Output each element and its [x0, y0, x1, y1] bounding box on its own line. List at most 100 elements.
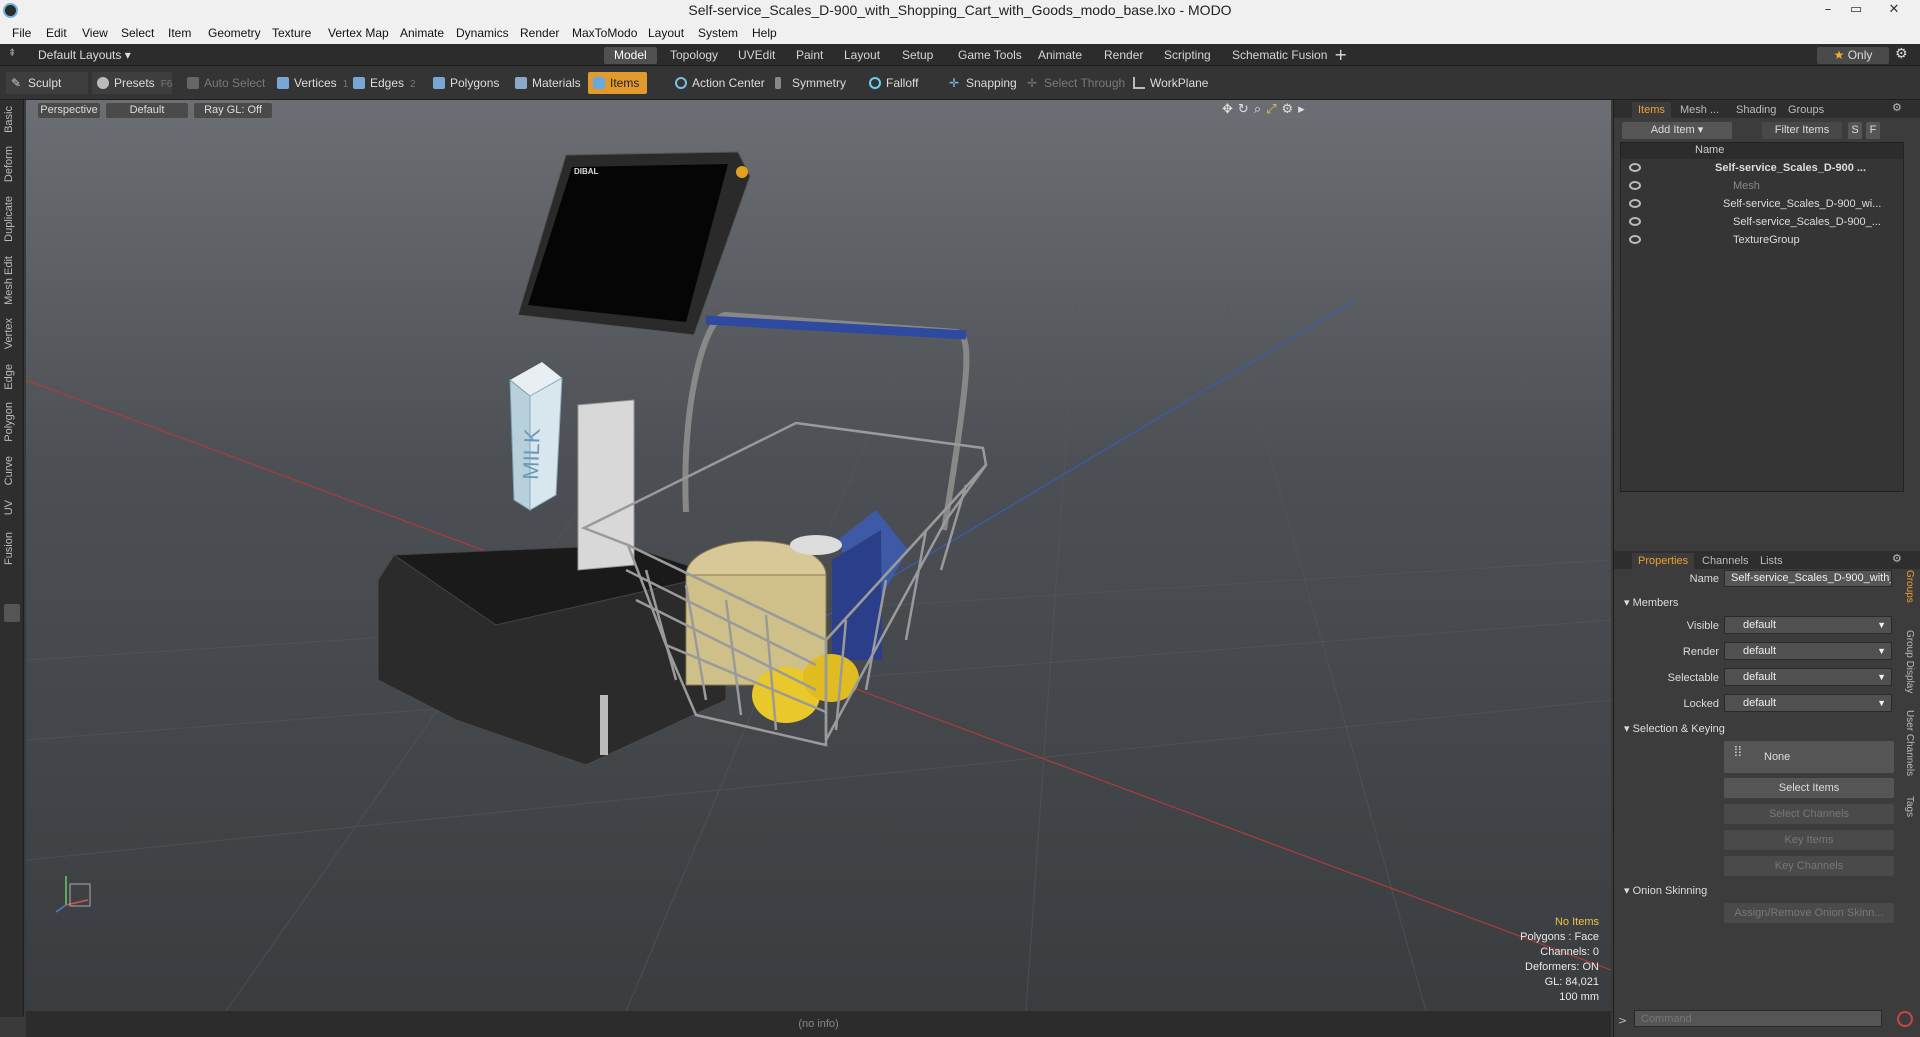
visible-dropdown[interactable]: default ▼ [1724, 616, 1892, 634]
select-items-button[interactable]: Select Items [1724, 778, 1894, 798]
selection-keying-section[interactable]: ▾ Selection & Keying [1624, 722, 1725, 735]
layout-menu-icon[interactable]: ⇞ [8, 48, 16, 59]
menu-file[interactable]: File [12, 26, 31, 40]
render-dropdown[interactable]: default ▼ [1724, 642, 1892, 660]
tab-lists[interactable]: Lists [1754, 553, 1789, 569]
tree-row[interactable]: Self-service_Scales_D-900_wi... [1621, 195, 1911, 213]
onion-skinning-section[interactable]: ▾ Onion Skinning [1624, 884, 1707, 897]
polygons-button[interactable]: Polygons [428, 72, 499, 94]
vtab-mesh-edit[interactable]: Mesh Edit [3, 256, 15, 305]
side-tab-group-display[interactable]: Group Display [1904, 630, 1915, 693]
vtab-uv[interactable]: UV [3, 500, 15, 515]
menu-dynamics[interactable]: Dynamics [456, 26, 509, 40]
menu-vertex-map[interactable]: Vertex Map [328, 26, 389, 40]
locked-dropdown[interactable]: default ▼ [1724, 694, 1892, 712]
add-item-button[interactable]: Add Item ▾ [1622, 122, 1732, 139]
menu-texture[interactable]: Texture [272, 26, 311, 40]
vtab-duplicate[interactable]: Duplicate [3, 196, 15, 242]
viewport-settings-icon[interactable]: ⚙ [1282, 102, 1299, 117]
only-button[interactable]: ★ Only [1817, 47, 1889, 64]
tab-channels[interactable]: Channels [1696, 553, 1754, 569]
menu-layout[interactable]: Layout [648, 26, 684, 40]
sculpt-button[interactable]: ✎ Sculpt [6, 72, 88, 94]
vtab-fusion[interactable]: Fusion [3, 532, 15, 565]
tab-mesh[interactable]: Mesh ... [1674, 102, 1725, 118]
panel-settings-icon[interactable]: ⚙ [1892, 101, 1902, 114]
f-button[interactable]: F [1866, 122, 1880, 139]
tree-row[interactable]: Mesh [1621, 177, 1911, 195]
menu-help[interactable]: Help [752, 26, 777, 40]
side-tab-tags[interactable]: Tags [1904, 796, 1915, 817]
viewport-expand-icon[interactable]: ▸ [1298, 102, 1310, 117]
tab-render[interactable]: Render [1094, 47, 1153, 64]
tab-schematic-fusion[interactable]: Schematic Fusion [1222, 47, 1337, 64]
expand-tabs-button[interactable] [4, 604, 20, 622]
tab-paint[interactable]: Paint [786, 47, 833, 64]
symmetry-button[interactable]: Symmetry [770, 72, 846, 94]
gear-icon[interactable]: ⚙ [1895, 46, 1908, 62]
tree-row[interactable]: Self-service_Scales_D-900_... [1621, 213, 1911, 231]
tab-game-tools[interactable]: Game Tools [948, 47, 1032, 64]
tab-model[interactable]: Model [604, 47, 657, 64]
zoom-view-icon[interactable]: ⌕ [1254, 102, 1266, 117]
members-section[interactable]: ▾ Members [1624, 596, 1678, 609]
assign-onion-button[interactable]: Assign/Remove Onion Skinn... [1724, 903, 1894, 923]
tree-row[interactable]: Self-service_Scales_D-900 ... [1621, 159, 1911, 177]
raygl-button[interactable]: Ray GL: Off [194, 103, 272, 118]
properties-settings-icon[interactable]: ⚙ [1892, 552, 1902, 565]
tab-setup[interactable]: Setup [892, 47, 943, 64]
tab-animate[interactable]: Animate [1028, 47, 1092, 64]
menu-system[interactable]: System [698, 26, 738, 40]
visibility-eye-icon[interactable] [1629, 217, 1641, 226]
record-icon[interactable] [1897, 1011, 1913, 1027]
side-tab-groups[interactable]: Groups [1904, 570, 1915, 603]
vtab-basic[interactable]: Basic [3, 106, 15, 133]
filter-items-input[interactable]: Filter Items [1762, 122, 1842, 139]
key-items-button[interactable]: Key Items [1724, 830, 1894, 850]
3d-viewport[interactable]: DIBAL MILK Perspective Default Ray GL: O… [26, 100, 1611, 1011]
tab-items[interactable]: Items [1632, 102, 1671, 118]
selectable-dropdown[interactable]: default ▼ [1724, 668, 1892, 686]
select-through-button[interactable]: ✛ Select Through [1022, 72, 1125, 94]
tab-groups[interactable]: Groups [1782, 102, 1830, 118]
visibility-eye-icon[interactable] [1629, 181, 1641, 190]
tree-row[interactable]: TextureGroup [1621, 231, 1911, 249]
materials-button[interactable]: Materials [510, 72, 581, 94]
vtab-curve[interactable]: Curve [3, 456, 15, 485]
falloff-button[interactable]: Falloff [864, 72, 918, 94]
snapping-button[interactable]: ✛ Snapping [944, 72, 1017, 94]
visibility-eye-icon[interactable] [1629, 163, 1641, 172]
tab-topology[interactable]: Topology [660, 47, 728, 64]
move-view-icon[interactable]: ✥ [1222, 102, 1238, 117]
view-perspective-button[interactable]: Perspective [38, 103, 100, 118]
close-button[interactable]: ✕ [1880, 0, 1908, 22]
auto-select-button[interactable]: Auto Select [182, 72, 265, 94]
layout-selector[interactable]: Default Layouts ▾ [38, 48, 131, 62]
menu-maxtomodo[interactable]: MaxToModo [572, 26, 637, 40]
visibility-eye-icon[interactable] [1629, 235, 1641, 244]
action-center-button[interactable]: Action Center [670, 72, 765, 94]
tab-uvedit[interactable]: UVEdit [728, 47, 785, 64]
minimize-button[interactable]: – [1814, 0, 1842, 22]
vtab-vertex[interactable]: Vertex [3, 318, 15, 349]
fit-view-icon[interactable]: ⤢ [1266, 102, 1281, 117]
presets-button[interactable]: Presets F6 [92, 72, 172, 94]
tab-properties[interactable]: Properties [1632, 553, 1695, 569]
key-channels-button[interactable]: Key Channels [1724, 856, 1894, 876]
vtab-deform[interactable]: Deform [3, 146, 15, 182]
menu-item[interactable]: Item [168, 26, 191, 40]
menu-select[interactable]: Select [121, 26, 154, 40]
vtab-polygon[interactable]: Polygon [3, 402, 15, 442]
command-input[interactable] [1634, 1010, 1882, 1027]
edges-button[interactable]: Edges 2 [348, 72, 416, 94]
workplane-button[interactable]: WorkPlane [1128, 72, 1208, 94]
side-tab-user-channels[interactable]: User Channels [1904, 710, 1915, 776]
visibility-eye-icon[interactable] [1629, 199, 1641, 208]
s-button[interactable]: S [1848, 122, 1862, 139]
vtab-edge[interactable]: Edge [3, 364, 15, 390]
select-channels-button[interactable]: Select Channels [1724, 804, 1894, 824]
add-tab-icon[interactable]: + [1334, 45, 1347, 64]
items-button[interactable]: Items [588, 72, 648, 94]
tab-shading[interactable]: Shading [1730, 102, 1782, 118]
menu-render[interactable]: Render [520, 26, 559, 40]
